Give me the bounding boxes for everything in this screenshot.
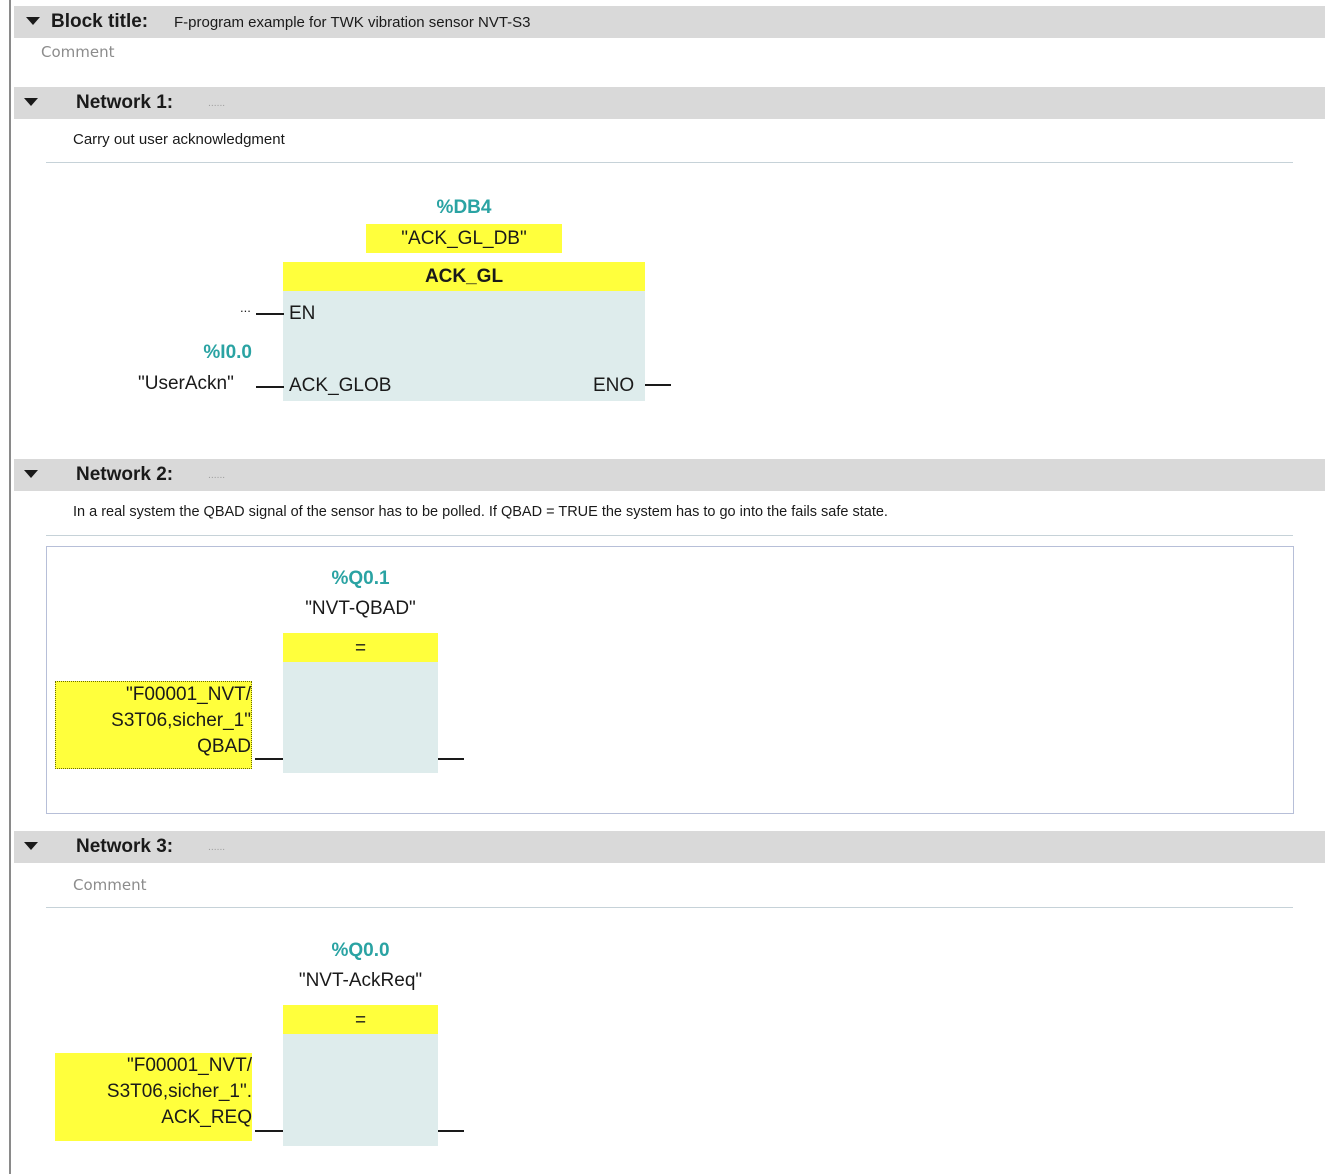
network-3-label: Network 3: [76, 836, 174, 857]
network-2-label: Network 2: [76, 464, 174, 485]
n3-coil-address: %Q0.0 [331, 940, 390, 961]
network-2-header[interactable]: Network 2: ...... [14, 459, 1325, 491]
n3-output-wire [438, 1130, 464, 1132]
block-title-label: Block title: [51, 11, 149, 32]
network-3-header[interactable]: Network 3: ...... [14, 831, 1325, 863]
n3-assignment-title[interactable]: = [283, 1005, 438, 1034]
n1-input-address: %I0.0 [203, 342, 252, 363]
n2-output-wire [438, 758, 464, 760]
n2-coil-operand[interactable]: "NVT-QBAD" [253, 598, 468, 620]
n3-input-operand[interactable]: "F00001_NVT/ S3T06,sicher_1". ACK_REQ [55, 1053, 252, 1141]
network-1-separator [46, 162, 1293, 163]
network-2-comment[interactable]: In a real system the QBAD signal of the … [73, 504, 888, 520]
n2-operand-line1: "F00001_NVT/ [125, 684, 251, 705]
n3-coil-operand[interactable]: "NVT-AckReq" [253, 970, 468, 992]
n2-coil-address: %Q0.1 [331, 568, 390, 589]
collapse-triangle-icon[interactable] [26, 17, 40, 25]
collapse-triangle-icon[interactable] [24, 842, 38, 850]
eno-wire [645, 384, 671, 386]
ack-gl-block-title[interactable]: ACK_GL [283, 262, 645, 291]
network-2-selection-frame [46, 546, 1294, 814]
network-3-comment[interactable]: Comment [73, 876, 147, 894]
n2-assignment-title[interactable]: = [283, 633, 438, 662]
block-comment[interactable]: Comment [41, 43, 115, 61]
network-2-separator [46, 535, 1293, 536]
eno-pin-label: ENO [593, 375, 635, 396]
network-1-title-placeholder[interactable]: ...... [208, 99, 225, 109]
ack-glob-pin-label: ACK_GLOB [289, 375, 392, 396]
n2-operand-line2: S3T06,sicher_1" [111, 710, 251, 731]
n3-operand-line1: "F00001_NVT/ [126, 1055, 252, 1076]
network-1-header[interactable]: Network 1: ...... [14, 87, 1325, 119]
collapse-triangle-icon[interactable] [24, 470, 38, 478]
en-operand-placeholder[interactable]: ... [240, 300, 251, 315]
n1-instance-db[interactable]: "ACK_GL_DB" [366, 224, 562, 253]
n1-instance-address: %DB4 [436, 197, 492, 218]
block-title-text[interactable]: F-program example for TWK vibration sens… [174, 14, 531, 31]
en-wire [256, 313, 284, 315]
n3-operand-line2: S3T06,sicher_1". [106, 1081, 252, 1102]
en-pin-label: EN [289, 303, 316, 324]
n3-operand-line3: ACK_REQ [161, 1107, 252, 1128]
n2-input-wire [255, 758, 283, 760]
ack-glob-wire [256, 386, 284, 388]
collapse-triangle-icon[interactable] [24, 98, 38, 106]
network-2-title-placeholder[interactable]: ...... [208, 471, 225, 481]
n1-input-operand[interactable]: "UserAckn" [138, 373, 234, 395]
network-1-label: Network 1: [76, 92, 174, 113]
n2-operand-line3: QBAD [197, 736, 251, 757]
network-3-title-placeholder[interactable]: ...... [208, 843, 225, 853]
network-3-separator [46, 907, 1293, 908]
editor-left-border [9, 0, 11, 1174]
n2-input-operand[interactable]: "F00001_NVT/ S3T06,sicher_1" QBAD [55, 681, 252, 769]
network-1-comment[interactable]: Carry out user acknowledgment [73, 131, 285, 148]
block-title-bar[interactable]: Block title: F-program example for TWK v… [14, 6, 1325, 38]
n3-input-wire [255, 1130, 283, 1132]
